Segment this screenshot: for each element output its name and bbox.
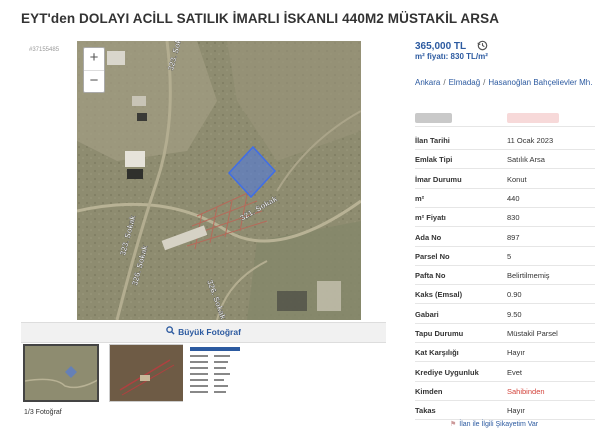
magnifier-icon bbox=[166, 323, 175, 342]
zoom-out-button[interactable]: − bbox=[84, 70, 104, 92]
detail-row: Krediye Uygunluk Evet bbox=[415, 363, 595, 382]
detail-row: Tapu Durumu Müstakil Parsel bbox=[415, 324, 595, 343]
detail-key: Tapu Durumu bbox=[415, 329, 464, 338]
report-link[interactable]: ⚑ İlan ile İlgili Şikayetim Var bbox=[450, 420, 538, 428]
detail-row: İlan Tarihi 11 Ocak 2023 bbox=[415, 131, 595, 150]
thumbnail-aerial[interactable] bbox=[109, 344, 185, 402]
detail-value: 9.50 bbox=[507, 309, 522, 319]
detail-key: Gabari bbox=[415, 309, 439, 319]
detail-row: Kimden Sahibinden bbox=[415, 382, 595, 401]
thumbnail-document[interactable] bbox=[183, 344, 259, 402]
detail-row: Gabari 9.50 bbox=[415, 305, 595, 324]
location-breadcrumb: Ankara / Elmadağ / Hasanoğlan Bahçelievler M… bbox=[415, 78, 593, 87]
detail-value: Konut bbox=[507, 174, 527, 184]
detail-key: Ada No bbox=[415, 232, 442, 242]
masked-value bbox=[507, 113, 559, 123]
detail-key: Parsel No bbox=[415, 251, 450, 261]
detail-key: İmar Durumu bbox=[415, 174, 462, 184]
listing-title: EYT'den DOLAYI ACİLL SATILIK İMARLI İSKA… bbox=[21, 11, 500, 26]
detail-row: Parsel No 5 bbox=[415, 247, 595, 266]
detail-key: Krediye Uygunluk bbox=[415, 367, 479, 377]
m2-price: m² fiyatı: 830 TL/m² bbox=[415, 52, 488, 61]
location-city[interactable]: Ankara bbox=[415, 78, 440, 87]
big-photo-button[interactable]: Büyük Fotoğraf bbox=[21, 322, 386, 343]
detail-row: Emlak Tipi Satılık Arsa bbox=[415, 150, 595, 170]
detail-value: 440 bbox=[507, 193, 520, 203]
detail-row: Pafta No Belirtilmemiş bbox=[415, 266, 595, 286]
satellite-map-image: 323. Sokak 321. Sokak 323. Sokak 326. So… bbox=[77, 41, 361, 320]
detail-value: Müstakil Parsel bbox=[507, 329, 558, 338]
detail-row: Kat Karşılığı Hayır bbox=[415, 343, 595, 363]
zoom-controls: + − bbox=[83, 47, 105, 93]
masked-key bbox=[415, 113, 452, 123]
detail-row: m² 440 bbox=[415, 189, 595, 208]
detail-value: 11 Ocak 2023 bbox=[507, 136, 554, 145]
detail-value: Hayır bbox=[507, 406, 525, 416]
detail-key: Emlak Tipi bbox=[415, 155, 453, 165]
price-value: 365,000 TL bbox=[415, 41, 466, 52]
detail-value: Hayır bbox=[507, 348, 525, 358]
detail-key: İlan Tarihi bbox=[415, 136, 450, 145]
masked-row bbox=[415, 108, 595, 127]
detail-row: İmar Durumu Konut bbox=[415, 170, 595, 189]
detail-key: Takas bbox=[415, 406, 436, 416]
thumbnail-map[interactable] bbox=[23, 344, 99, 402]
detail-value: Satılık Arsa bbox=[507, 155, 545, 165]
detail-row: Ada No 897 bbox=[415, 228, 595, 247]
location-district[interactable]: Elmadağ bbox=[449, 78, 481, 87]
detail-key: Pafta No bbox=[415, 271, 446, 281]
detail-key: Kat Karşılığı bbox=[415, 348, 459, 358]
detail-value: Evet bbox=[507, 367, 523, 377]
detail-value: 5 bbox=[507, 251, 512, 261]
big-photo-label: Büyük Fotoğraf bbox=[178, 327, 241, 337]
detail-value: 0.90 bbox=[507, 290, 522, 300]
detail-key: Kaks (Emsal) bbox=[415, 290, 463, 300]
report-label: İlan ile İlgili Şikayetim Var bbox=[459, 421, 539, 428]
detail-key: m² Fiyatı bbox=[415, 213, 446, 223]
zoom-in-button[interactable]: + bbox=[84, 48, 104, 70]
detail-row: Takas Hayır bbox=[415, 401, 595, 421]
thumbnail-strip bbox=[21, 344, 386, 410]
parcel-map[interactable]: 323. Sokak 321. Sokak 323. Sokak 326. So… bbox=[77, 41, 361, 320]
detail-value: 897 bbox=[507, 232, 520, 242]
detail-value: Sahibinden bbox=[507, 386, 545, 396]
detail-row: m² Fiyatı 830 bbox=[415, 208, 595, 228]
photo-count: 1/3 Fotoğraf bbox=[24, 409, 62, 416]
detail-value: Belirtilmemiş bbox=[507, 271, 550, 281]
detail-key: m² bbox=[415, 193, 425, 203]
detail-row: Kaks (Emsal) 0.90 bbox=[415, 285, 595, 305]
detail-value: 830 bbox=[507, 213, 520, 223]
location-neighborhood[interactable]: Hasanoğlan Bahçelievler Mh. bbox=[488, 78, 592, 87]
flag-icon: ⚑ bbox=[450, 421, 457, 428]
detail-key: Kimden bbox=[415, 386, 443, 396]
listing-number: #37155485 bbox=[29, 47, 60, 53]
